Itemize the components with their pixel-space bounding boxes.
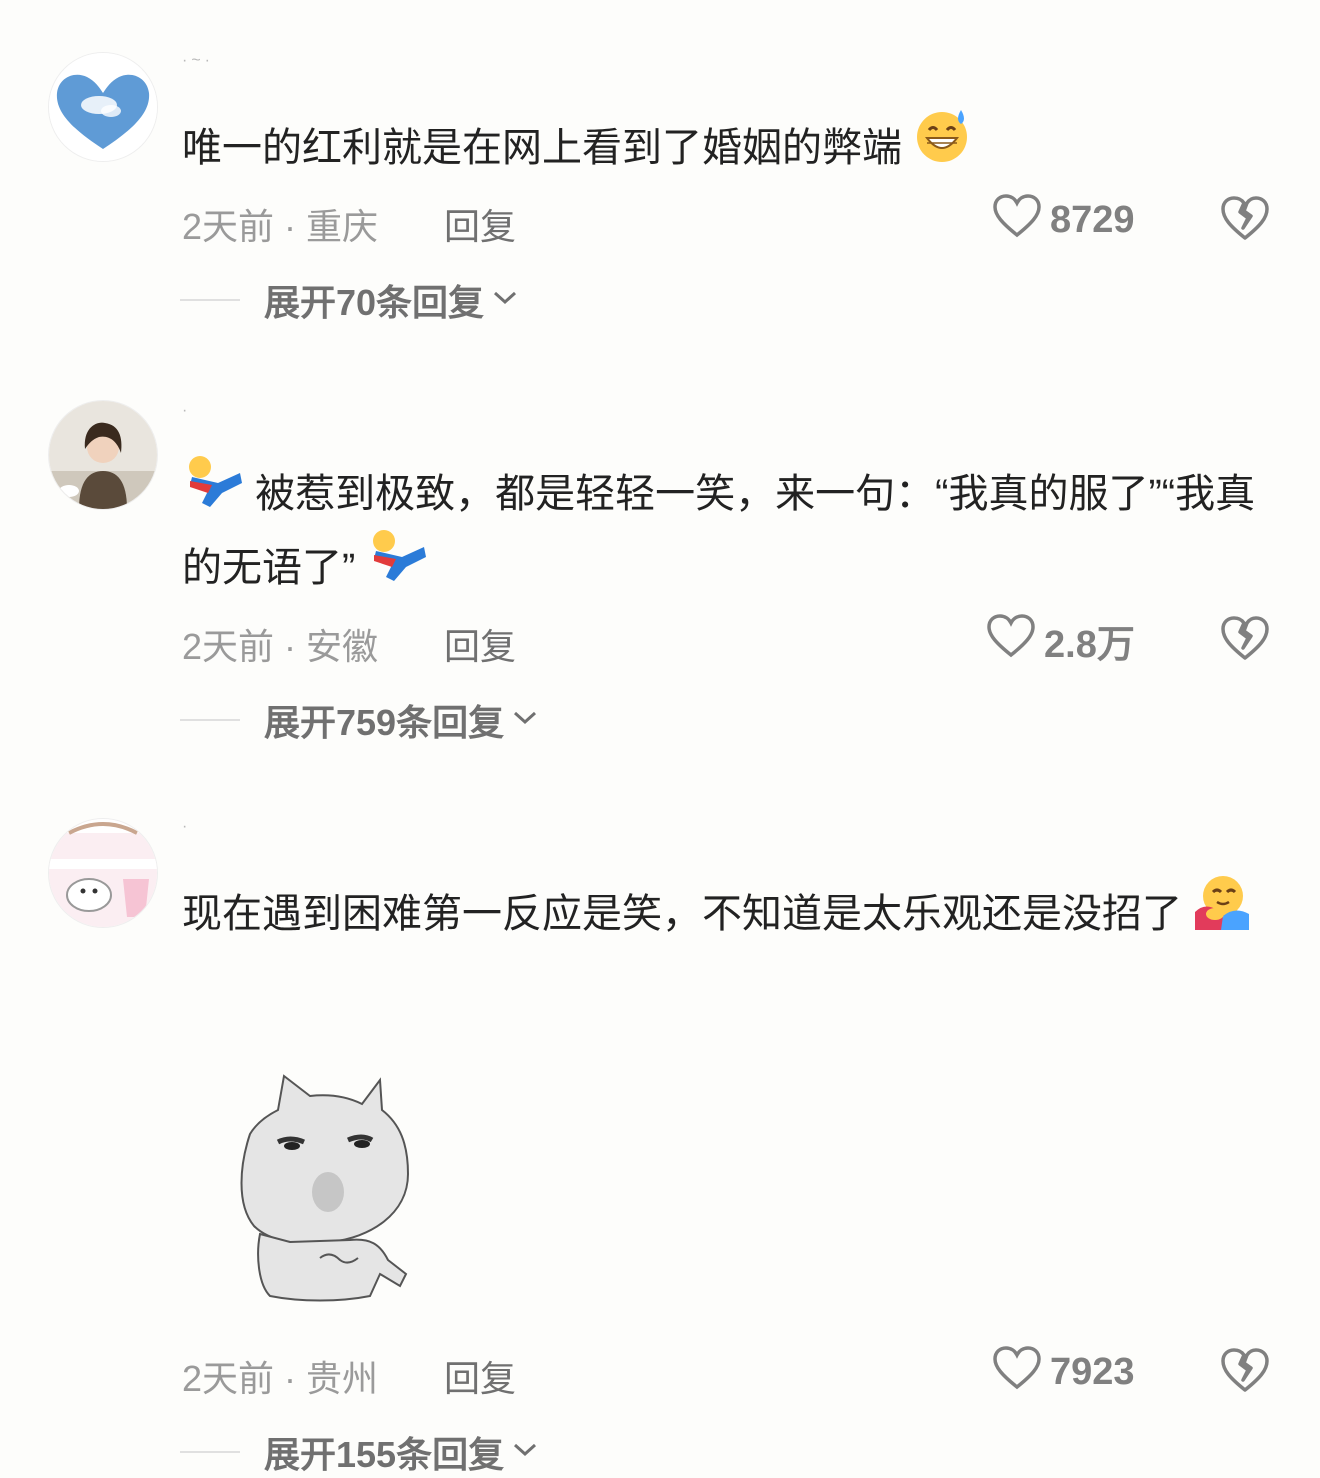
heart-icon [992,193,1042,248]
divider-line [180,299,240,301]
comment-meta: 2天前 · 贵州 回复 7923 [182,1342,1282,1402]
time-location: 2天前 · 安徽 [182,626,379,667]
broken-heart-icon [1220,196,1270,250]
expand-replies-button[interactable]: 展开70条回复 [180,278,518,323]
hugging-face-icon [1193,872,1251,953]
comment-meta: 2天前 · 安徽 回复 2.8万 [182,610,1282,670]
comment-text: 唯一的红利就是在网上看到了婚姻的弊端 [182,109,1272,187]
like-count: 8729 [1050,198,1135,241]
like-button[interactable]: 8729 [992,190,1135,250]
expand-replies-button[interactable]: 展开759条回复 [180,698,538,743]
broken-heart-icon [1220,616,1270,670]
comment-text: 被惹到极致，都是轻轻一笑，来一句：“我真的服了”“我真的无语了” [182,455,1272,606]
username[interactable]: ·~· [182,52,214,70]
heart-icon [986,613,1036,668]
reply-button[interactable]: 回复 [444,1350,516,1402]
chevron-down-icon [512,709,538,732]
expand-replies-label: 展开70条回复 [264,282,485,323]
expand-replies-label: 展开759条回复 [264,702,505,743]
username[interactable]: · [182,818,191,836]
comment-text-content: 被惹到极致，都是轻轻一笑，来一句：“我真的服了”“我真的无语了” [182,472,1256,590]
cat-meme-sticker[interactable] [230,1074,416,1304]
grinning-sweat-face-icon [913,106,971,187]
comment-text-content: 现在遇到困难第一反应是笑，不知道是太乐观还是没招了 [182,892,1182,936]
dislike-button[interactable] [1220,194,1270,251]
lying-down-person-icon [182,453,244,532]
comment-text: 现在遇到困难第一反应是笑，不知道是太乐观还是没招了 [182,875,1272,953]
divider-line [180,719,240,721]
heart-icon [992,1345,1042,1400]
expand-replies-label: 展开155条回复 [264,1434,505,1475]
chevron-down-icon [512,1441,538,1464]
comment-meta: 2天前 · 重庆 回复 8729 [182,190,1282,250]
chevron-down-icon [492,289,518,312]
comment-text-content: 唯一的红利就是在网上看到了婚姻的弊端 [182,126,902,170]
like-count: 7923 [1050,1350,1135,1393]
time-location: 2天前 · 贵州 [182,1358,379,1399]
dislike-button[interactable] [1220,1346,1270,1403]
like-count: 2.8万 [1044,623,1135,666]
like-button[interactable]: 7923 [992,1342,1135,1402]
time-location: 2天前 · 重庆 [182,206,379,247]
avatar[interactable] [48,52,158,162]
expand-replies-button[interactable]: 展开155条回复 [180,1430,538,1475]
avatar[interactable] [48,400,158,510]
reply-button[interactable]: 回复 [444,198,516,250]
broken-heart-icon [1220,1348,1270,1402]
lying-down-person-icon [366,527,428,606]
username[interactable]: · [182,402,191,420]
divider-line [180,1451,240,1453]
avatar[interactable] [48,818,158,928]
dislike-button[interactable] [1220,614,1270,671]
like-button[interactable]: 2.8万 [986,610,1135,670]
reply-button[interactable]: 回复 [444,618,516,670]
